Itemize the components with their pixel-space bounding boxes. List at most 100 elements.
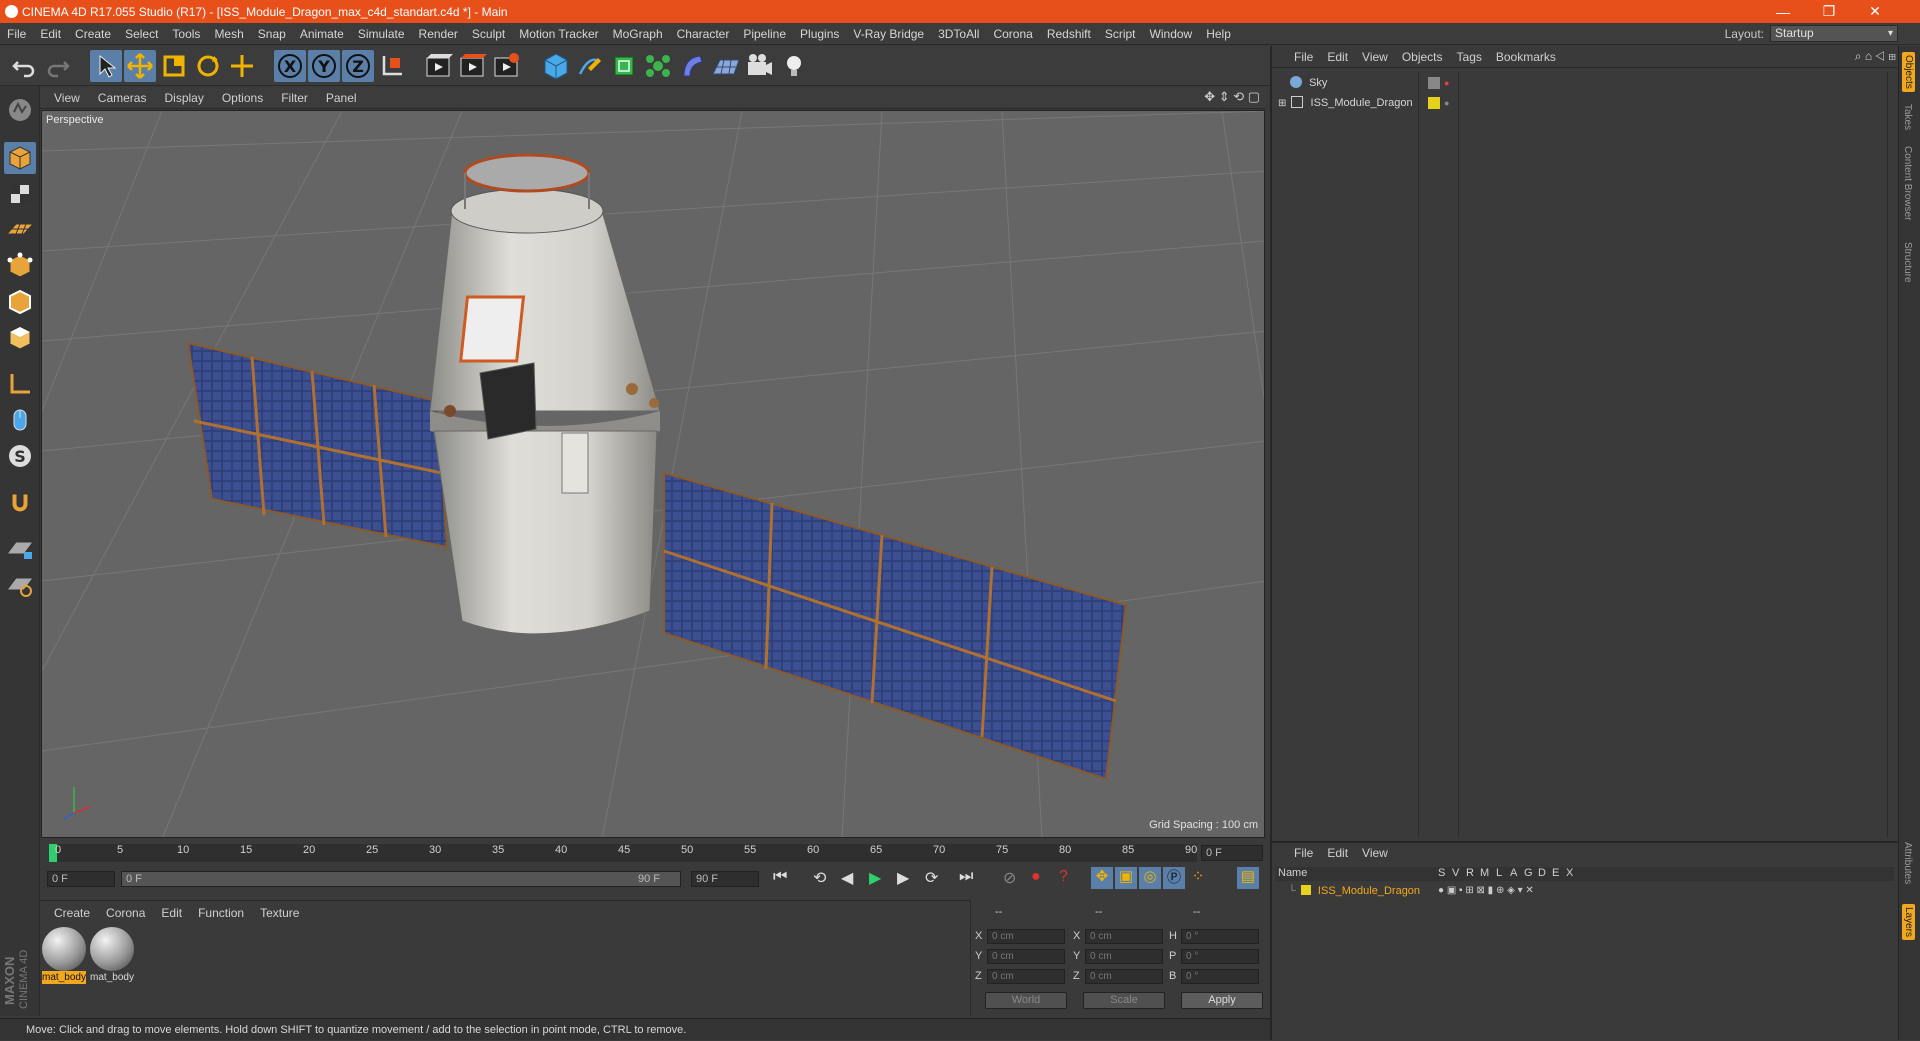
visibility-dots-icon[interactable]: ● (1444, 94, 1449, 112)
menu-select[interactable]: Select (118, 27, 165, 41)
edges-mode-icon[interactable] (4, 286, 36, 318)
key-pla-icon[interactable]: ⁘ (1187, 867, 1209, 889)
rotation-b-field[interactable]: 0 ° (1181, 969, 1259, 984)
material-swatch[interactable]: mat_body (42, 927, 88, 985)
menu-mesh[interactable]: Mesh (207, 27, 250, 41)
key-scale-icon[interactable]: ▣ (1115, 867, 1137, 889)
prev-key-icon[interactable]: ⟲ (813, 868, 826, 888)
magnet-icon[interactable] (4, 486, 36, 518)
tab-structure[interactable]: Structure (1902, 242, 1913, 283)
layout-dropdown[interactable]: Startup (1770, 25, 1898, 42)
tab-takes[interactable]: Takes (1902, 104, 1913, 130)
coordinate-system-icon[interactable] (376, 50, 408, 82)
object-row-sky[interactable]: Sky ● (1278, 74, 1449, 92)
menu-pipeline[interactable]: Pipeline (736, 27, 793, 41)
cube-object-icon[interactable] (540, 50, 572, 82)
menu-snap[interactable]: Snap (251, 27, 293, 41)
size-mode-dropdown[interactable]: Scale (1083, 992, 1165, 1009)
menu-file[interactable]: File (0, 27, 33, 41)
menu-corona[interactable]: Corona (986, 27, 1039, 41)
menu-redshift[interactable]: Redshift (1040, 27, 1098, 41)
layer-color-swatch[interactable] (1300, 885, 1311, 895)
scale-tool-icon[interactable] (158, 50, 190, 82)
menu-sculpt[interactable]: Sculpt (465, 27, 512, 41)
menu-help[interactable]: Help (1199, 27, 1238, 41)
menu-3dtoall[interactable]: 3DToAll (931, 27, 986, 41)
texture-mode-icon[interactable] (4, 178, 36, 210)
coordinate-space-dropdown[interactable]: World (985, 992, 1067, 1009)
sky-tag-icon[interactable] (1428, 77, 1440, 89)
rotation-p-field[interactable]: 0 ° (1181, 949, 1259, 964)
axis-mode-icon[interactable] (4, 368, 36, 400)
size-y-field[interactable]: 0 cm (1085, 949, 1163, 964)
polygons-mode-icon[interactable] (4, 322, 36, 354)
object-menu-objects[interactable]: Objects (1395, 50, 1450, 64)
timeline-ruler[interactable]: 0 5 10 15 20 25 30 35 40 45 50 55 60 65 … (41, 840, 1265, 864)
goto-start-icon[interactable]: ⏮ (773, 868, 787, 886)
model-mode-icon[interactable] (4, 142, 36, 174)
menu-mograph[interactable]: MoGraph (606, 27, 670, 41)
goto-end-icon[interactable]: ⏭ (959, 868, 973, 886)
expand-icon[interactable]: ⊞ (1278, 98, 1286, 109)
viewport-menu-display[interactable]: Display (155, 91, 212, 105)
object-manager-search-icon[interactable]: ⌕ ⌂ ◁ ⊞ (1855, 49, 1896, 64)
object-menu-bookmarks[interactable]: Bookmarks (1489, 50, 1563, 64)
undo-button[interactable] (8, 50, 40, 82)
layer-menu-view[interactable]: View (1355, 846, 1395, 860)
pen-spline-icon[interactable] (574, 50, 606, 82)
tweak-mode-icon[interactable] (4, 404, 36, 436)
snap-icon[interactable]: S (4, 440, 36, 472)
key-position-icon[interactable]: ✥ (1091, 867, 1113, 889)
keyframe-selection-icon[interactable]: ? (1059, 868, 1068, 886)
restore-button[interactable]: ❐ (1806, 0, 1852, 23)
next-key-icon[interactable]: ⟳ (925, 868, 938, 888)
move-tool-icon[interactable] (124, 50, 156, 82)
frame-range-slider[interactable]: 0 F 90 F (121, 871, 681, 887)
menu-create[interactable]: Create (68, 27, 118, 41)
key-parameter-icon[interactable]: Ⓟ (1163, 867, 1185, 889)
key-rotation-icon[interactable]: ◎ (1139, 867, 1161, 889)
menu-vray-bridge[interactable]: V-Ray Bridge (846, 27, 931, 41)
current-frame-field[interactable]: 0 F (1201, 845, 1263, 861)
menu-simulate[interactable]: Simulate (351, 27, 412, 41)
end-frame-field[interactable]: 90 F (691, 871, 759, 887)
size-x-field[interactable]: 0 cm (1085, 929, 1163, 944)
menu-edit[interactable]: Edit (33, 27, 68, 41)
size-z-field[interactable]: 0 cm (1085, 969, 1163, 984)
material-swatch[interactable]: mat_body (90, 927, 136, 985)
material-menu-corona[interactable]: Corona (98, 906, 153, 920)
y-axis-lock-icon[interactable]: Y (308, 50, 340, 82)
planar-workplane-icon[interactable] (4, 568, 36, 600)
viewport-menu-view[interactable]: View (40, 91, 89, 105)
tab-layers[interactable]: Layers (1902, 904, 1915, 941)
record-keys-icon[interactable]: ⊘ (1003, 868, 1016, 888)
redo-button[interactable] (42, 50, 74, 82)
x-axis-lock-icon[interactable]: X (274, 50, 306, 82)
render-settings-icon[interactable] (490, 50, 522, 82)
object-row-iss-module-dragon[interactable]: ⊞ ISS_Module_Dragon ● (1278, 94, 1449, 112)
layer-color-tag-icon[interactable] (1428, 97, 1440, 109)
camera-object-icon[interactable] (744, 50, 776, 82)
object-menu-edit[interactable]: Edit (1320, 50, 1355, 64)
material-menu-texture[interactable]: Texture (252, 906, 307, 920)
viewport-navigation-icon[interactable]: ✥ ⇕ ⟲ ▢ (1204, 89, 1260, 105)
start-frame-field[interactable]: 0 F (47, 871, 115, 887)
points-mode-icon[interactable] (4, 250, 36, 282)
layer-menu-edit[interactable]: Edit (1320, 846, 1355, 860)
make-editable-icon[interactable] (4, 94, 36, 126)
menu-window[interactable]: Window (1143, 27, 1200, 41)
object-menu-file[interactable]: File (1272, 50, 1320, 64)
tab-content-browser[interactable]: Content Browser (1902, 146, 1913, 220)
material-menu-function[interactable]: Function (190, 906, 252, 920)
layer-toggles-icon[interactable]: ● ▣ ▪ ⊞ ⊠ ▮ ⊕ ◈ ▾ ✕ (1438, 883, 1534, 899)
light-object-icon[interactable] (778, 50, 810, 82)
live-selection-icon[interactable] (90, 50, 122, 82)
position-z-field[interactable]: 0 cm (987, 969, 1065, 984)
subdivision-surface-icon[interactable] (608, 50, 640, 82)
position-x-field[interactable]: 0 cm (987, 929, 1065, 944)
viewport-menu-panel[interactable]: Panel (317, 91, 366, 105)
viewport-menu-cameras[interactable]: Cameras (89, 91, 156, 105)
object-menu-tags[interactable]: Tags (1450, 50, 1489, 64)
menu-animate[interactable]: Animate (293, 27, 351, 41)
position-y-field[interactable]: 0 cm (987, 949, 1065, 964)
